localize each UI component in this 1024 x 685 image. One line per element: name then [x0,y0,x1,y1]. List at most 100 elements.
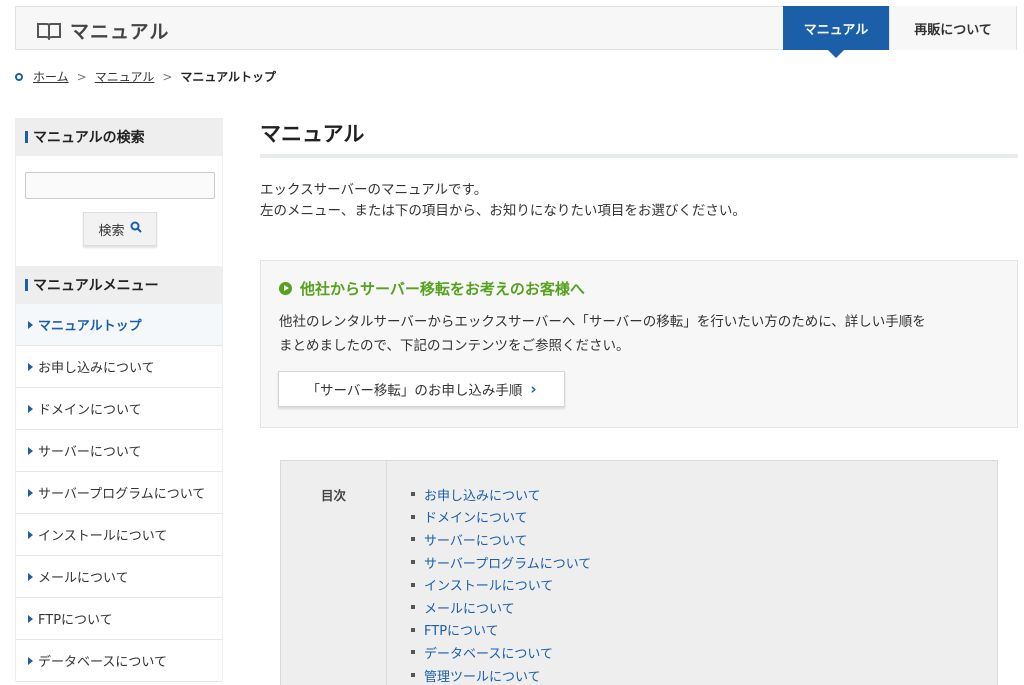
breadcrumb-separator: > [162,69,173,84]
toc-link-ftp[interactable]: FTPについて [411,619,591,642]
triangle-right-icon [28,656,33,665]
search-section-title: マニュアルの検索 [33,130,145,146]
heading-bar-icon [25,131,28,143]
sidebar-item-label: サーバーについて [38,445,142,460]
menu-section-heading: マニュアルメニュー [15,266,223,304]
sidebar-item-label: サーバープログラムについて [38,487,206,502]
bullet-icon [411,627,415,632]
toc-link-label: FTPについて [424,624,499,640]
sidebar-item-label: メールについて [38,571,129,586]
bullet-icon [411,673,415,678]
sidebar-item-label: お申し込みについて [38,361,155,376]
chevron-right-icon: › [530,380,537,398]
triangle-right-icon [28,362,33,371]
triangle-right-icon [28,614,33,623]
play-circle-icon [279,282,292,295]
sidebar-item-label: インストールについて [38,529,168,544]
search-icon [130,221,142,237]
sidebar-item-install[interactable]: インストールについて [16,514,222,556]
toc-link-install[interactable]: インストールについて [411,573,591,596]
toc-link-application[interactable]: お申し込みについて [411,483,591,506]
triangle-right-icon [28,530,33,539]
triangle-right-icon [28,488,33,497]
toc-list: お申し込みについて ドメインについて サーバーについて サーバープログラムについ… [411,483,591,685]
toc-link-label: メールについて [424,601,515,617]
sidebar-item-ftp[interactable]: FTPについて [16,598,222,640]
toc-link-label: ドメインについて [424,511,528,527]
main-content: マニュアル エックスサーバーのマニュアルです。 左のメニュー、または下の項目から… [260,110,1018,685]
bullet-icon [411,514,415,519]
sidebar-item-manual-top[interactable]: マニュアルトップ [16,304,222,346]
table-of-contents: 目次 お申し込みについて ドメインについて サーバーについて サーバープログラム… [280,460,998,685]
search-input[interactable] [25,172,215,199]
toc-link-server[interactable]: サーバーについて [411,528,591,551]
sidebar-item-server[interactable]: サーバーについて [16,430,222,472]
bullet-icon [411,537,415,542]
migration-panel: 他社からサーバー移転をお考えのお客様へ 他社のレンタルサーバーからエックスサーバ… [260,260,1018,428]
sidebar-item-application[interactable]: お申し込みについて [16,346,222,388]
title-divider [260,154,1018,158]
bullet-icon [411,605,415,610]
toc-label: 目次 [281,461,387,685]
intro-line-1: エックスサーバーのマニュアルです。 [260,182,488,198]
migration-button-label: 「サーバー移転」のお申し込み手順 [306,383,523,399]
sidebar-item-label: ドメインについて [38,403,142,418]
toc-link-label: インストールについて [424,579,554,595]
migration-heading: 他社からサーバー移転をお考えのお客様へ [279,278,585,299]
menu-section-title: マニュアルメニュー [33,278,159,294]
toc-link-label: サーバープログラムについて [424,556,592,572]
nav-resale[interactable]: 再販について [889,6,1016,50]
toc-link-server-program[interactable]: サーバープログラムについて [411,551,591,574]
intro-line-2: 左のメニュー、または下の項目から、お知りになりたい項目をお選びください。 [260,203,746,219]
toc-link-database[interactable]: データベースについて [411,641,591,664]
breadcrumb-manual-link[interactable]: マニュアル [95,68,155,85]
toc-link-label: お申し込みについて [424,488,541,504]
sidebar-menu: マニュアルトップ お申し込みについて ドメインについて サーバーについて サーバ… [15,304,223,682]
search-section-heading: マニュアルの検索 [15,118,223,156]
toc-link-domain[interactable]: ドメインについて [411,506,591,529]
page-title: マニュアル [260,122,365,146]
sidebar: マニュアルの検索 検索 マニュアルメニュー マニュアルトップ お申し込みについて… [15,118,223,682]
sidebar-item-label: FTPについて [38,613,113,628]
toc-link-admin-tools[interactable]: 管理ツールについて [411,664,591,685]
toc-link-label: データベースについて [424,646,553,662]
site-title: マニュアル [70,21,170,43]
bullet-icon [411,492,415,497]
breadcrumb-separator: > [76,69,87,84]
toc-link-mail[interactable]: メールについて [411,596,591,619]
triangle-right-icon [28,446,33,455]
sidebar-item-label: データベースについて [38,655,167,670]
breadcrumb-circle-icon [15,72,23,81]
nav-manual[interactable]: マニュアル [783,6,889,58]
migration-text: 他社のレンタルサーバーからエックスサーバーへ「サーバーの移転」を行いたい方のため… [279,310,1009,358]
migration-procedure-button[interactable]: 「サーバー移転」のお申し込み手順 › [278,371,565,407]
toc-link-label: サーバーについて [424,533,528,549]
book-icon [36,22,62,40]
sidebar-item-label: マニュアルトップ [38,319,142,334]
breadcrumb-current: マニュアルトップ [180,70,277,84]
breadcrumb-home-link[interactable]: ホーム [33,68,69,85]
logo[interactable]: マニュアル [36,17,169,44]
bullet-icon [411,650,415,655]
triangle-right-icon [28,320,33,329]
sidebar-item-mail[interactable]: メールについて [16,556,222,598]
migration-text-line-2: まとめましたので、下記のコンテンツをご参照ください。 [279,338,630,354]
breadcrumb: ホーム > マニュアル > マニュアルトップ [15,68,276,85]
search-button[interactable]: 検索 [83,212,157,246]
triangle-right-icon [28,404,33,413]
intro-text: エックスサーバーのマニュアルです。 左のメニュー、または下の項目から、お知りにな… [260,180,1018,222]
bullet-icon [411,560,415,565]
triangle-right-icon [28,572,33,581]
search-box: 検索 [15,156,223,266]
migration-heading-text: 他社からサーバー移転をお考えのお客様へ [300,280,585,298]
sidebar-item-server-program[interactable]: サーバープログラムについて [16,472,222,514]
sidebar-item-domain[interactable]: ドメインについて [16,388,222,430]
heading-bar-icon [25,279,28,291]
sidebar-item-database[interactable]: データベースについて [16,640,222,682]
site-header: マニュアル マニュアル 再販について [15,6,1017,58]
migration-text-line-1: 他社のレンタルサーバーからエックスサーバーへ「サーバーの移転」を行いたい方のため… [279,314,926,330]
bullet-icon [411,582,415,587]
main-nav: マニュアル 再販について [783,6,1016,58]
search-button-label: 検索 [98,223,125,239]
toc-link-label: 管理ツールについて [424,669,541,685]
